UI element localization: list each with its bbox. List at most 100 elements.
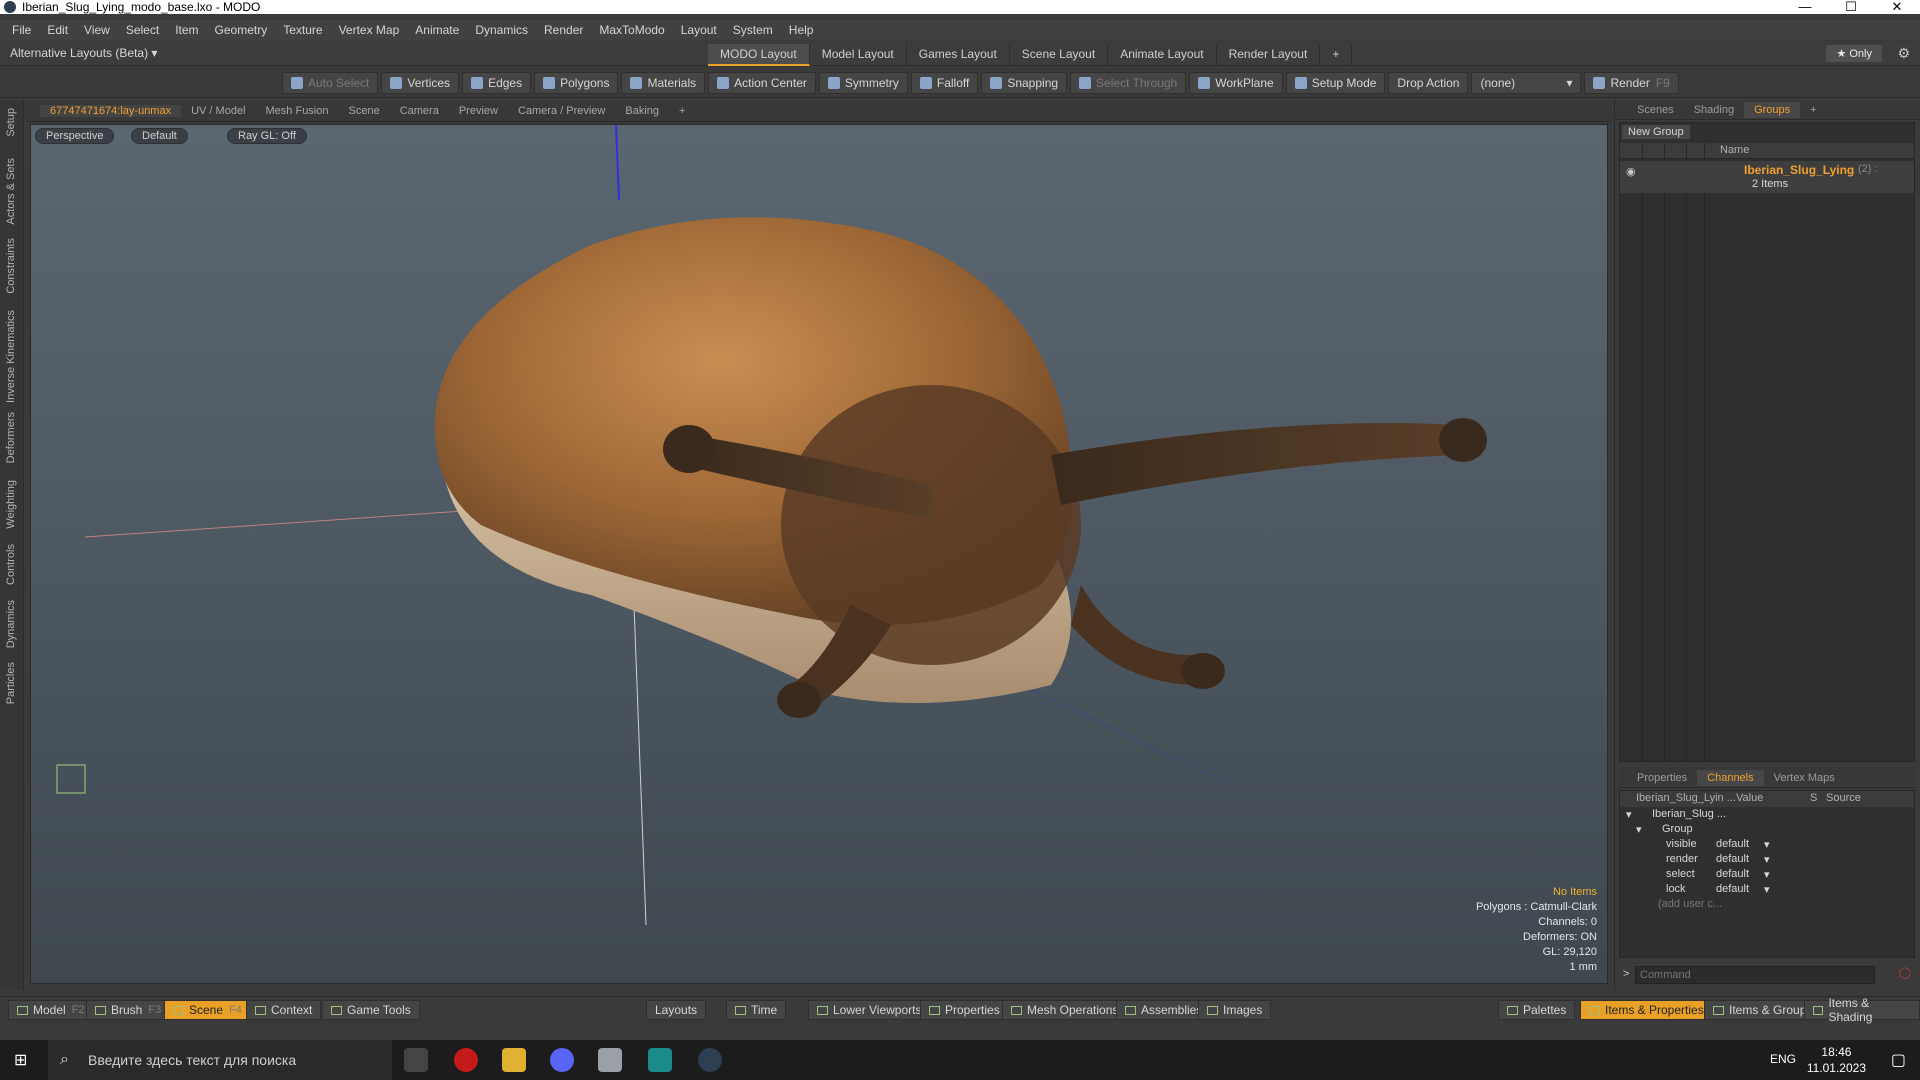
scene-mode-button[interactable]: Scene F4 (164, 1000, 251, 1020)
tab-shading[interactable]: Shading (1684, 102, 1744, 118)
tab-model-layout[interactable]: Model Layout (810, 44, 907, 66)
eye-icon[interactable]: ◉ (1626, 165, 1636, 178)
app-icon[interactable] (648, 1048, 672, 1072)
close-button[interactable]: ✕ (1874, 0, 1920, 14)
action-center-button[interactable]: Action Center (708, 72, 816, 94)
notifications-icon[interactable]: ▢ (1891, 1050, 1906, 1070)
layouts-button[interactable]: Layouts (646, 1000, 707, 1020)
chevron-down-icon[interactable]: ▾ (1764, 883, 1770, 896)
menu-item[interactable]: Item (167, 23, 206, 37)
viewport-tab-mesh-fusion[interactable]: Mesh Fusion (256, 105, 339, 117)
strip-dynamics[interactable]: Dynamics (5, 600, 17, 648)
menu-file[interactable]: File (4, 23, 39, 37)
symmetry-button[interactable]: Symmetry (818, 72, 908, 94)
windows-start-icon[interactable]: ⊞ (14, 1050, 27, 1070)
only-toggle[interactable]: ★ Only (1826, 45, 1882, 62)
menu-select[interactable]: Select (118, 23, 167, 37)
strip-actors-sets[interactable]: Actors & Sets (5, 158, 17, 225)
tab-properties[interactable]: Properties (1627, 770, 1697, 786)
viewport-tab-camera[interactable]: Camera (390, 105, 449, 117)
viewport-tab-preview[interactable]: Preview (449, 105, 508, 117)
menu-maxtomodo[interactable]: MaxToModo (591, 23, 672, 37)
expand-icon[interactable]: ▾ (1636, 823, 1642, 836)
tab-scenes[interactable]: Scenes (1627, 102, 1684, 118)
file-explorer-icon[interactable] (502, 1048, 526, 1072)
add-user-channel-row[interactable]: (add user c... (1620, 897, 1914, 912)
auto-select-button[interactable]: Auto Select (282, 72, 379, 94)
drop-action-select[interactable]: (none) ▾ (1471, 72, 1582, 94)
context-button[interactable]: Context (246, 1000, 322, 1020)
channel-row-render[interactable]: render default ▾ (1620, 852, 1914, 867)
edges-button[interactable]: Edges (462, 72, 532, 94)
view-mode-dropdown[interactable]: Perspective (35, 128, 115, 144)
menu-view[interactable]: View (76, 23, 118, 37)
menu-render[interactable]: Render (536, 23, 591, 37)
tab-games-layout[interactable]: Games Layout (907, 44, 1010, 66)
menu-texture[interactable]: Texture (275, 23, 330, 37)
taskbar-search[interactable]: ⌕ Введите здесь текст для поиска (48, 1040, 392, 1080)
viewport-tab-uv-model[interactable]: UV / Model (181, 105, 255, 117)
model-mode-button[interactable]: Model F2 (8, 1000, 94, 1020)
tab-scene-layout[interactable]: Scene Layout (1010, 44, 1109, 66)
render-button[interactable]: Render F9 (1584, 72, 1679, 94)
channels-tree-item[interactable]: ▾ Iberian_Slug ... (1620, 807, 1914, 822)
tab-modo-layout[interactable]: MODO Layout (708, 44, 810, 66)
task-view-icon[interactable] (404, 1048, 428, 1072)
viewport-tab-baking[interactable]: Baking (615, 105, 669, 117)
menu-system[interactable]: System (725, 23, 781, 37)
taskbar-clock[interactable]: 18:46 11.01.2023 (1807, 1044, 1866, 1076)
viewport-tab-scene[interactable]: Scene (339, 105, 390, 117)
strip-particles[interactable]: Particles (5, 662, 17, 704)
strip-setup[interactable]: Setup (5, 108, 17, 137)
menu-edit[interactable]: Edit (39, 23, 76, 37)
game-tools-button[interactable]: Game Tools (322, 1000, 420, 1020)
chevron-down-icon[interactable]: ▾ (1764, 838, 1770, 851)
mesh-operations-button[interactable]: Mesh Operations (1002, 1000, 1128, 1020)
language-indicator[interactable]: ENG (1770, 1052, 1796, 1066)
tab-vertex-maps[interactable]: Vertex Maps (1764, 770, 1845, 786)
viewport-tab-camera-preview[interactable]: Camera / Preview (508, 105, 615, 117)
gear-icon[interactable]: ⚙ (1897, 45, 1910, 62)
properties-button[interactable]: Properties (920, 1000, 1009, 1020)
strip-constraints[interactable]: Constraints (5, 238, 17, 294)
workplane-button[interactable]: WorkPlane (1189, 72, 1283, 94)
maximize-button[interactable]: ☐ (1828, 0, 1874, 14)
menu-help[interactable]: Help (781, 23, 822, 37)
brush-mode-button[interactable]: Brush F3 (86, 1000, 171, 1020)
tab-channels[interactable]: Channels (1697, 769, 1764, 786)
time-button[interactable]: Time (726, 1000, 787, 1020)
record-icon[interactable]: ◯ (1899, 966, 1911, 979)
shading-mode-dropdown[interactable]: Default (131, 128, 188, 144)
menu-animate[interactable]: Animate (407, 23, 467, 37)
select-through-button[interactable]: Select Through (1070, 72, 1187, 94)
tab-animate-layout[interactable]: Animate Layout (1108, 44, 1217, 66)
raygl-toggle[interactable]: Ray GL: Off (227, 128, 307, 144)
menu-dynamics[interactable]: Dynamics (467, 23, 536, 37)
tab-groups[interactable]: Groups (1744, 101, 1801, 118)
materials-button[interactable]: Materials (621, 72, 706, 94)
menu-vertex-map[interactable]: Vertex Map (331, 23, 408, 37)
opera-browser-icon[interactable] (454, 1048, 478, 1072)
alternative-layouts-dropdown[interactable]: Alternative Layouts (Beta) ▾ (10, 46, 157, 60)
discord-icon[interactable] (550, 1048, 574, 1072)
new-group-button[interactable]: New Group (1622, 125, 1690, 139)
setup-mode-button[interactable]: Setup Mode (1285, 72, 1386, 94)
menu-layout[interactable]: Layout (673, 23, 725, 37)
app-icon[interactable] (598, 1048, 622, 1072)
add-panel-tab-button[interactable]: + (1800, 102, 1826, 118)
images-button[interactable]: Images (1198, 1000, 1272, 1020)
add-layout-button[interactable]: + (1320, 44, 1353, 66)
polygons-button[interactable]: Polygons (534, 72, 619, 94)
strip-inverse-kinematics[interactable]: Inverse Kinematics (5, 310, 17, 403)
strip-controls[interactable]: Controls (5, 544, 17, 585)
add-viewport-tab-button[interactable]: + (669, 105, 695, 117)
lower-viewports-button[interactable]: Lower Viewports (808, 1000, 931, 1020)
items-shading-button[interactable]: Items & Shading (1804, 996, 1920, 1024)
falloff-button[interactable]: Falloff (910, 72, 979, 94)
modo-taskbar-icon[interactable] (698, 1048, 722, 1072)
items-properties-button[interactable]: Items & Properties (1580, 1000, 1713, 1020)
strip-weighting[interactable]: Weighting (5, 480, 17, 529)
channel-row-select[interactable]: select default ▾ (1620, 867, 1914, 882)
3d-viewport[interactable]: Perspective Default Ray GL: Off No Items… (30, 124, 1608, 984)
chevron-down-icon[interactable]: ▾ (1764, 853, 1770, 866)
